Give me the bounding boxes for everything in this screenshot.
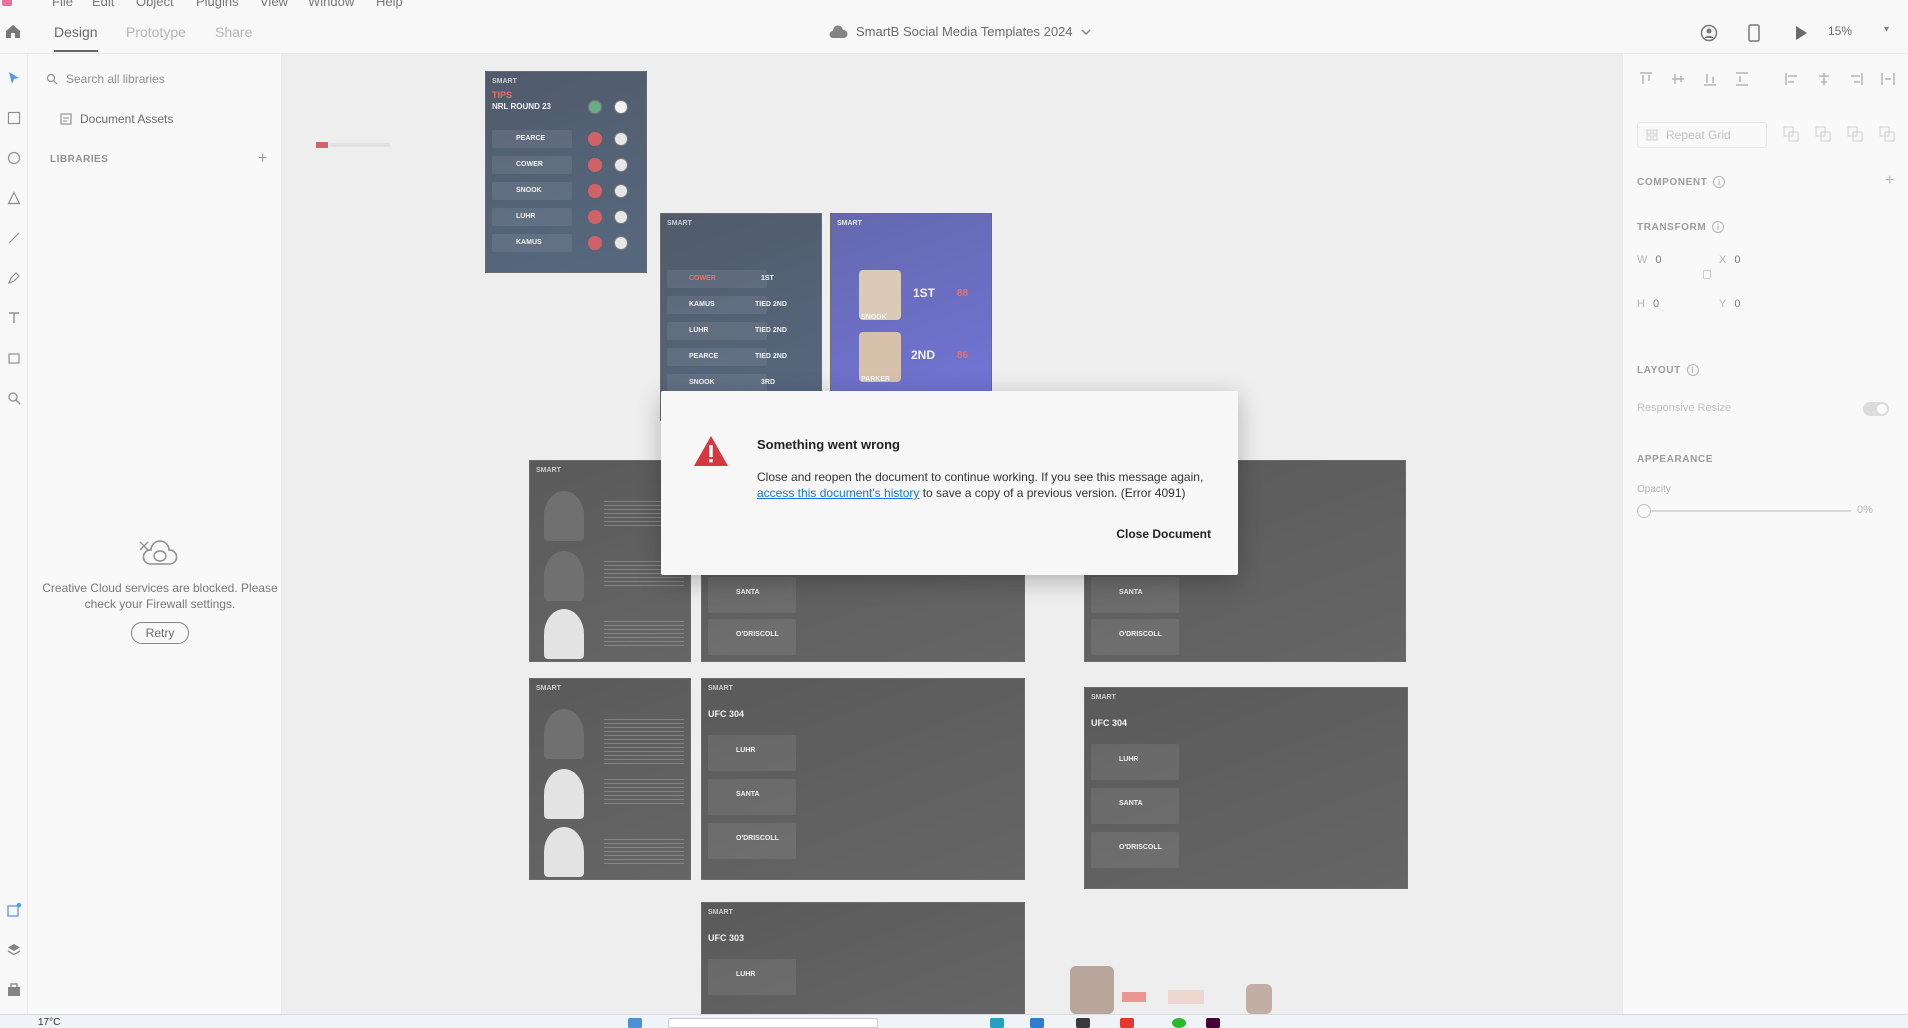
dialog-message-end: to save a copy of a previous version. (E… xyxy=(919,486,1186,500)
dialog-message: Close and reopen the document to continu… xyxy=(757,469,1217,501)
taskbar-app-icon[interactable] xyxy=(1030,1018,1044,1028)
taskbar-app-icon[interactable] xyxy=(990,1018,1004,1028)
close-document-button[interactable]: Close Document xyxy=(1116,527,1211,541)
warning-icon xyxy=(693,435,729,470)
dialog-title: Something went wrong xyxy=(757,437,900,452)
taskbar-app-icon[interactable] xyxy=(1172,1018,1186,1028)
document-history-link[interactable]: access this document's history xyxy=(757,486,919,500)
taskbar-app-icon[interactable] xyxy=(628,1018,642,1028)
weather-temp[interactable]: 17°C xyxy=(38,1017,60,1028)
taskbar-search-icon[interactable] xyxy=(668,1018,878,1028)
adobe-xd-taskbar-icon[interactable] xyxy=(1206,1018,1220,1028)
error-dialog: Something went wrong Close and reopen th… xyxy=(661,391,1238,575)
taskbar-app-icon[interactable] xyxy=(1076,1018,1090,1028)
dialog-message-start: Close and reopen the document to continu… xyxy=(757,470,1204,484)
os-taskbar: 17°C xyxy=(0,1014,1908,1028)
taskbar-app-icon[interactable] xyxy=(1120,1018,1134,1028)
